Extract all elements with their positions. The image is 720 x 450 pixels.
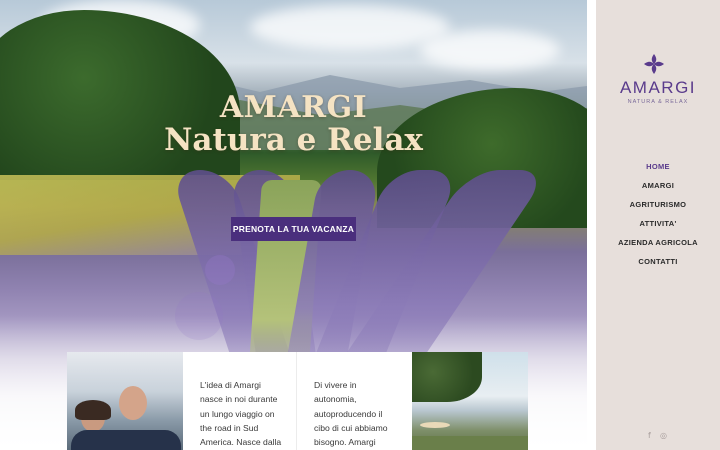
lotus-logo-icon[interactable]	[642, 52, 666, 76]
intro-text-1: L'idea di Amargi nasce in noi durante un…	[183, 352, 297, 450]
sidebar: AMARGI NATURA & RELAX HOME AMARGI AGRITU…	[596, 0, 720, 450]
person-hair	[75, 400, 111, 420]
person-face	[119, 386, 147, 420]
bokeh-light	[205, 255, 235, 285]
cloud	[250, 5, 450, 50]
terrace-ground	[412, 436, 528, 450]
nav-item-azienda-agricola[interactable]: AZIENDA AGRICOLA	[596, 236, 720, 255]
tree-canopy	[412, 352, 482, 402]
hero-title: AMARGI	[219, 90, 368, 125]
terrace-photo	[412, 352, 528, 450]
nav-item-amargi[interactable]: AMARGI	[596, 179, 720, 198]
logo-name[interactable]: AMARGI	[596, 78, 720, 98]
facebook-icon[interactable]: f	[648, 431, 651, 440]
nav-item-home[interactable]: HOME	[596, 160, 720, 179]
nav-item-contatti[interactable]: CONTATTI	[596, 255, 720, 274]
logo-tagline: NATURA & RELAX	[627, 99, 689, 105]
book-vacation-button[interactable]: PRENOTA LA TUA VACANZA	[231, 217, 356, 241]
cloud	[420, 30, 560, 70]
hero-subtitle: Natura e Relax	[164, 122, 423, 158]
nav-item-agriturismo[interactable]: AGRITURISMO	[596, 198, 720, 217]
people-clothing	[71, 430, 181, 450]
umbrella	[420, 422, 450, 428]
main-nav: HOME AMARGI AGRITURISMO ATTIVITA' AZIEND…	[596, 160, 720, 274]
nav-item-attivita[interactable]: ATTIVITA'	[596, 217, 720, 236]
instagram-icon[interactable]: ◎	[660, 431, 667, 440]
couple-photo	[67, 352, 183, 450]
bokeh-light	[175, 292, 223, 340]
intro-text-2: Di vivere in autonomia, autoproducendo i…	[297, 352, 412, 450]
